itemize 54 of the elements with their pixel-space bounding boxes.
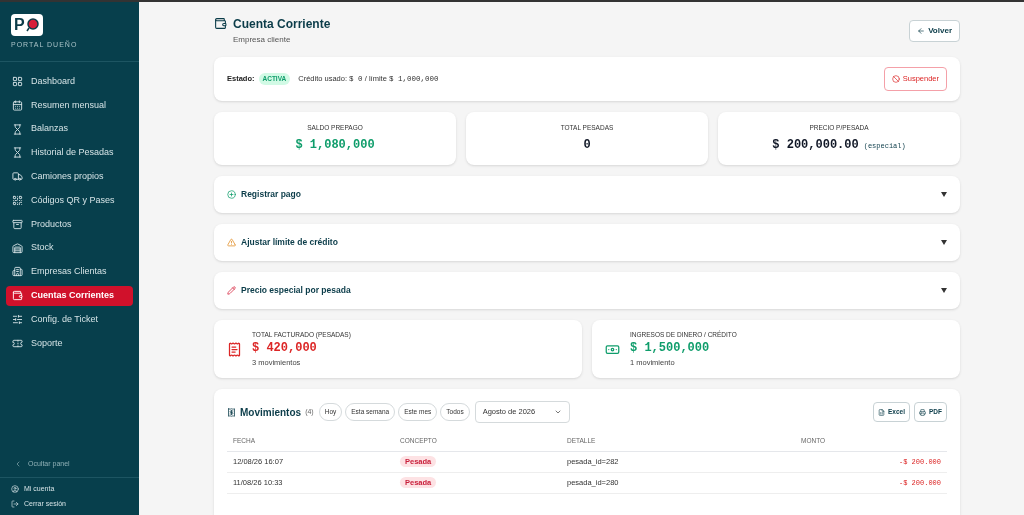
caret-icon (941, 240, 947, 245)
pencil-icon (227, 286, 236, 295)
summary-value: $ 420,000 (252, 340, 318, 358)
archive-icon (12, 218, 23, 230)
receipt-icon (227, 407, 236, 417)
chevron-down-icon (553, 408, 562, 416)
wallet-icon (12, 290, 23, 302)
back-button[interactable]: Volver (909, 20, 960, 42)
hourglass-icon (12, 123, 23, 135)
dashboard-icon (12, 76, 23, 87)
nav-item[interactable]: Productos (6, 214, 133, 235)
nav-item[interactable]: Balanzas (6, 119, 133, 140)
nav-item[interactable]: Cuentas Corrientes (6, 285, 133, 306)
warehouse-icon (12, 242, 23, 254)
arrow-left-icon (917, 27, 926, 35)
truck-icon (12, 171, 23, 183)
page-subtitle: Empresa cliente (233, 34, 292, 46)
accordion-header[interactable]: Precio especial por pesada (214, 272, 960, 309)
nav-item[interactable]: Stock (6, 238, 133, 259)
logo: P (11, 14, 43, 36)
summary-value: $ 1,500,000 (630, 340, 711, 358)
receipt-icon (227, 341, 242, 357)
building-icon (12, 266, 23, 278)
logout-icon (11, 499, 19, 508)
caret-icon (941, 288, 947, 293)
page-title: Cuenta Corriente (233, 16, 331, 33)
wallet-icon (214, 17, 227, 30)
qr-code-icon (12, 195, 23, 206)
stat-value: 0 (583, 137, 591, 155)
nav-item[interactable]: Dashboard (6, 71, 133, 92)
spreadsheet-icon (878, 408, 885, 416)
accordion-header[interactable]: Registrar pago (214, 176, 960, 213)
sliders-icon (12, 313, 23, 325)
hourglass-icon (12, 147, 23, 159)
ticket-icon (12, 337, 23, 349)
user-icon (11, 485, 19, 494)
caret-icon (941, 192, 947, 197)
nav-item[interactable]: Resumen mensual (6, 95, 133, 116)
nav-item[interactable]: Soporte (6, 333, 133, 354)
plus-circle-icon (227, 190, 236, 199)
calendar-icon (12, 99, 23, 111)
nav-item[interactable]: Códigos QR y Pases (6, 190, 133, 211)
printer-icon (919, 408, 926, 416)
nav-item[interactable]: Config. de Ticket (6, 309, 133, 330)
chevron-left-icon (14, 459, 22, 468)
movements-title: Movimientos (240, 405, 302, 420)
nav-item[interactable]: Empresas Clientas (6, 261, 133, 282)
warning-icon (227, 238, 236, 247)
accordion-header[interactable]: Ajustar límite de crédito (214, 224, 960, 261)
nav-item[interactable]: Historial de Pesadas (6, 142, 133, 163)
nav-item[interactable]: Camiones propios (6, 166, 133, 187)
stat-value: $ 200,000.00 (772, 137, 859, 155)
ban-icon (891, 75, 900, 83)
stat-value: $ 1,080,000 (295, 137, 375, 155)
